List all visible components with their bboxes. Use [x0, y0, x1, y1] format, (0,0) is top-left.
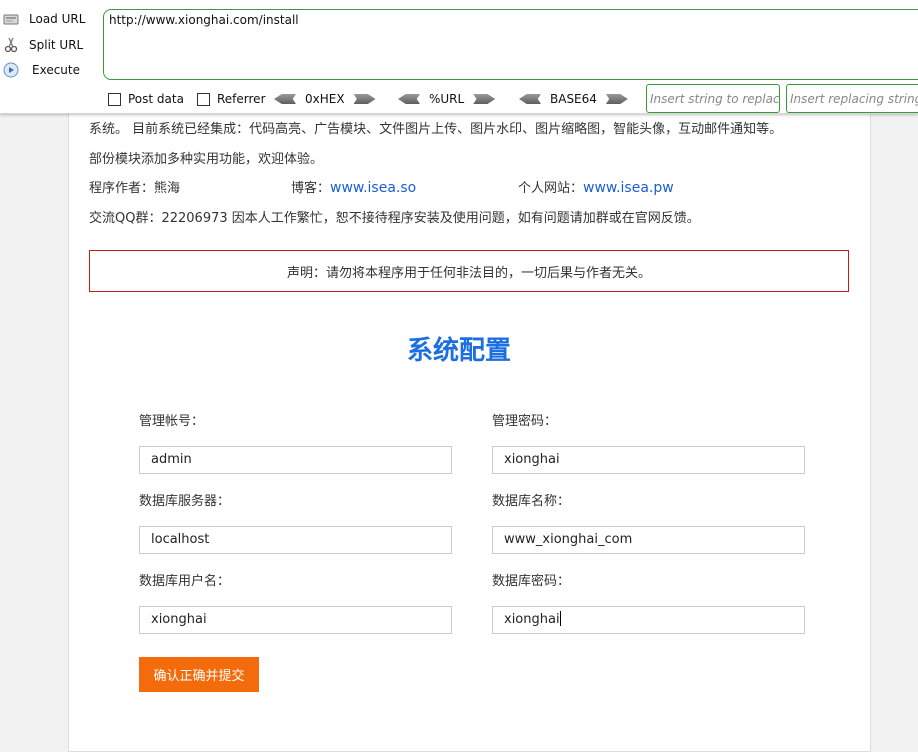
referrer-label: Referrer: [217, 92, 266, 106]
db-name-value: www_xionghai_com: [504, 532, 633, 547]
play-icon: [3, 62, 19, 78]
execute-button[interactable]: Execute: [3, 59, 80, 81]
disclaimer-text: 声明：请勿将本程序用于任何非法目的，一切后果与作者无关。: [286, 265, 651, 281]
load-url-label: Load URL: [29, 12, 86, 26]
blog-label: 博客：: [291, 181, 331, 196]
referrer-checkbox[interactable]: Referrer: [197, 91, 266, 107]
admin-pass-input[interactable]: xionghai: [492, 446, 805, 474]
url-encode-arrow-icon[interactable]: [473, 94, 496, 104]
url-textarea[interactable]: http://www.xionghai.com/install: [103, 9, 918, 80]
db-pass-value: xionghai: [504, 612, 560, 627]
url-enc-label: %URL: [429, 92, 465, 106]
load-url-button[interactable]: Load URL: [3, 8, 85, 30]
execute-label: Execute: [32, 63, 80, 77]
load-url-icon: [3, 11, 19, 27]
disclaimer-notice: 声明：请勿将本程序用于任何非法目的，一切后果与作者无关。: [89, 250, 849, 292]
split-url-button[interactable]: Split URL: [3, 34, 83, 56]
db-host-value: localhost: [151, 532, 210, 547]
qq-group-line: 交流QQ群：22206973 因本人工作繁忙，恕不接待程序安装及使用问题，如有问…: [89, 211, 700, 226]
text-caret: [559, 611, 561, 626]
db-host-label: 数据库服务器：: [139, 494, 231, 509]
db-name-input[interactable]: www_xionghai_com: [492, 526, 805, 554]
replacing-string-input[interactable]: Insert replacing string: [786, 84, 918, 113]
admin-user-value: admin: [151, 452, 192, 467]
hex-encoder: 0xHEX: [274, 91, 376, 107]
db-user-label: 数据库用户名：: [139, 574, 231, 589]
db-user-value: xionghai: [151, 612, 207, 627]
post-data-check-box[interactable]: [108, 92, 121, 106]
base64-label: BASE64: [550, 92, 597, 106]
blog-link[interactable]: www.isea.so: [330, 180, 416, 196]
db-name-label: 数据库名称：: [492, 494, 571, 509]
intro-line-1: 系统。 目前系统已经集成：代码高亮、广告模块、文件图片上传、图片水印、图片缩略图…: [89, 122, 783, 137]
base64-decode-arrow-icon[interactable]: [519, 94, 541, 104]
hex-label: 0xHEX: [305, 92, 345, 106]
hex-decode-arrow-icon[interactable]: [274, 94, 296, 104]
admin-user-label: 管理帐号：: [139, 414, 205, 429]
db-user-input[interactable]: xionghai: [139, 606, 452, 634]
site-info: 个人网站：www.isea.pw: [518, 177, 674, 196]
replace-string-input[interactable]: Insert string to replace: [646, 84, 780, 113]
admin-pass-value: xionghai: [504, 452, 560, 467]
config-title: 系统配置: [406, 336, 511, 366]
db-pass-label: 数据库密码：: [492, 574, 571, 589]
post-data-checkbox[interactable]: Post data: [108, 91, 184, 107]
replacing-string-placeholder: Insert replacing string: [790, 92, 918, 106]
url-decode-arrow-icon[interactable]: [398, 94, 420, 104]
split-url-label: Split URL: [29, 38, 84, 52]
post-data-label: Post data: [128, 92, 184, 106]
site-label: 个人网站：: [518, 181, 584, 196]
replace-string-placeholder: Insert string to replace: [650, 92, 780, 106]
site-link[interactable]: www.isea.pw: [583, 180, 674, 196]
hackbar-toolbar: Load URL Split URL Execute http://www.xi…: [0, 0, 918, 114]
base64-encode-arrow-icon[interactable]: [605, 94, 628, 104]
author-label: 程序作者：熊海: [89, 181, 181, 196]
admin-pass-label: 管理密码：: [492, 414, 558, 429]
url-encoder: %URL: [398, 91, 496, 107]
hex-encode-arrow-icon[interactable]: [353, 94, 376, 104]
blog-info: 博客：www.isea.so: [291, 177, 416, 196]
db-pass-input[interactable]: xionghai: [492, 606, 805, 634]
admin-user-input[interactable]: admin: [139, 446, 452, 474]
submit-label: 确认正确并提交: [153, 669, 245, 684]
url-text: http://www.xionghai.com/install: [109, 13, 299, 27]
submit-button[interactable]: 确认正确并提交: [139, 657, 259, 692]
db-host-input[interactable]: localhost: [139, 526, 452, 554]
base64-encoder: BASE64: [519, 91, 628, 107]
intro-line-2: 部份模块添加多种实用功能，欢迎体验。: [89, 152, 324, 167]
referrer-check-box[interactable]: [197, 92, 210, 106]
scissors-icon: [3, 37, 19, 53]
